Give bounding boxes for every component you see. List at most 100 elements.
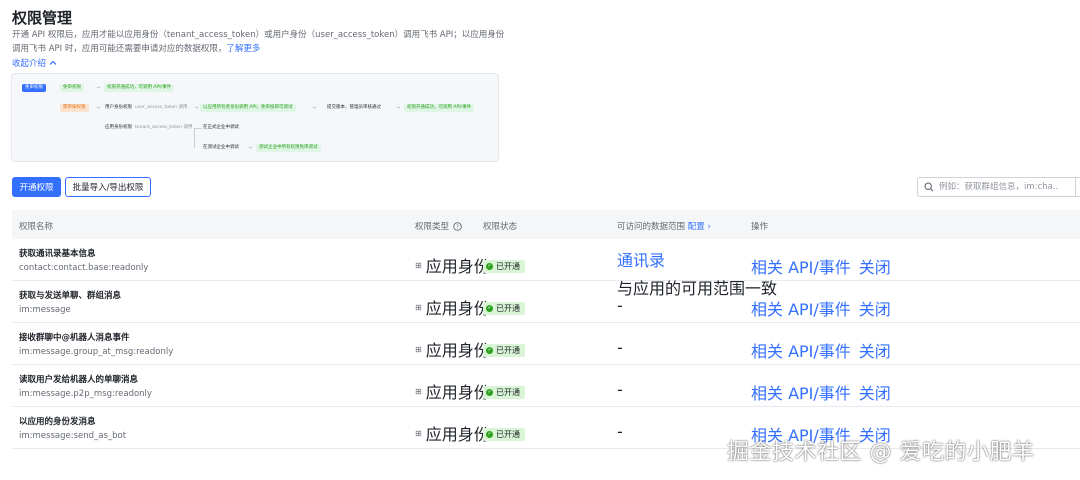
page-description: 开通 API 权限后，应用才能以应用身份（tenant_access_token… bbox=[12, 28, 512, 56]
status-label: 已开通 bbox=[496, 261, 520, 271]
row-actions: 相关 API/事件 关闭 bbox=[751, 338, 891, 362]
flow-arrow-icon: → bbox=[194, 105, 199, 111]
page-title: 权限管理 bbox=[12, 9, 73, 27]
flow-arrow-icon: → bbox=[248, 145, 253, 151]
flow-connector bbox=[194, 128, 195, 148]
permission-title: 以应用的身份发消息 bbox=[19, 417, 96, 427]
flow-node-user-result: 以应用所有者身份调用 API，免审核即可调试 bbox=[200, 104, 296, 112]
permission-code: im:message bbox=[19, 305, 71, 315]
related-api-link[interactable]: 相关 API/事件 bbox=[751, 338, 851, 362]
flow-arrow-icon: → bbox=[312, 105, 317, 111]
status-badge: ✓ 已开通 bbox=[483, 420, 525, 441]
permission-type-label: 应用身份 bbox=[425, 257, 490, 276]
config-link[interactable]: 配置 bbox=[688, 222, 705, 232]
chevron-up-icon bbox=[49, 60, 57, 65]
close-permission-link[interactable]: 关闭 bbox=[859, 296, 891, 320]
batch-import-export-button[interactable]: 批量导入/导出权限 bbox=[65, 177, 151, 197]
app-identity-icon: ⊞ bbox=[415, 428, 422, 438]
search-divider bbox=[1075, 177, 1076, 197]
close-permission-link[interactable]: 关闭 bbox=[859, 338, 891, 362]
flow-node-user-identity: 用户身份权限 bbox=[105, 105, 132, 110]
check-icon: ✓ bbox=[486, 346, 493, 354]
flow-node-test: 在测试企业中调试 bbox=[203, 145, 239, 150]
permission-title: 获取通讯录基本信息 bbox=[19, 249, 96, 259]
status-label: 已开通 bbox=[496, 303, 520, 313]
flow-node-free: 免审权限 bbox=[22, 84, 46, 92]
scope-text: - bbox=[617, 380, 623, 399]
app-identity-icon: ⊞ bbox=[415, 386, 422, 396]
status-label: 已开通 bbox=[496, 345, 520, 355]
permission-name: 以应用的身份发消息 im:message:send_as_bot bbox=[19, 415, 126, 441]
header-ops: 操作 bbox=[751, 222, 769, 232]
permission-name: 获取通讯录基本信息 contact:contact.base:readonly bbox=[19, 247, 148, 273]
permission-title: 接收群聊中@机器人消息事件 bbox=[19, 333, 130, 343]
table-header: 权限名称 权限类型 ? 权限状态 可访问的数据范围 配置 › 操作 bbox=[12, 210, 1080, 239]
header-status: 权限状态 bbox=[483, 222, 518, 232]
search-box[interactable] bbox=[917, 177, 1080, 197]
row-actions: 相关 API/事件 关闭 bbox=[751, 254, 891, 278]
flow-arrow-icon: → bbox=[96, 105, 101, 111]
status-label: 已开通 bbox=[496, 429, 520, 439]
flow-node-app-identity: 应用身份权限 bbox=[105, 125, 132, 130]
status-badge: ✓ 已开通 bbox=[483, 378, 525, 399]
permission-name: 获取与发送单聊、群组消息 im:message bbox=[19, 289, 121, 315]
learn-more-link[interactable]: 了解更多 bbox=[226, 44, 260, 54]
header-scope: 可访问的数据范围 配置 › bbox=[617, 220, 711, 232]
flow-node-submit: 提交版本，管理员审核通过 bbox=[327, 105, 381, 110]
permission-type: ⊞ 应用身份 bbox=[415, 253, 490, 277]
permission-name: 接收群聊中@机器人消息事件 im:message.group_at_msg:re… bbox=[19, 331, 173, 357]
table-row: 获取与发送单聊、群组消息 im:message ⊞ 应用身份 ✓ 已开通 - 相关… bbox=[12, 281, 1080, 323]
header-scope-label: 可访问的数据范围 bbox=[617, 222, 686, 232]
app-identity-icon: ⊞ bbox=[415, 344, 422, 354]
permission-code: im:message.group_at_msg:readonly bbox=[19, 347, 174, 357]
permission-flow-diagram: 免审权限 免审权限 → 权限开通成功，可调用 API/事件 需审核权限 → 用户… bbox=[11, 73, 499, 162]
permission-type: ⊞ 应用身份 bbox=[415, 421, 490, 445]
chevron-right-icon: › bbox=[707, 222, 711, 232]
permission-title: 获取与发送单聊、群组消息 bbox=[19, 291, 122, 301]
app-identity-icon: ⊞ bbox=[415, 260, 422, 270]
flow-node-free-result: 权限开通成功，可调用 API/事件 bbox=[104, 84, 175, 92]
permission-type: ⊞ 应用身份 bbox=[415, 337, 490, 361]
table-row: 获取通讯录基本信息 contact:contact.base:readonly … bbox=[12, 239, 1080, 298]
status-badge: ✓ 已开通 bbox=[483, 336, 525, 357]
flow-node-test-result: 测试企业中所有权限免审调试 bbox=[256, 144, 321, 152]
permission-type: ⊞ 应用身份 bbox=[415, 295, 490, 319]
scope-text: - bbox=[617, 338, 623, 357]
related-api-link[interactable]: 相关 API/事件 bbox=[751, 380, 851, 404]
row-actions: 相关 API/事件 关闭 bbox=[751, 380, 891, 404]
permission-name: 读取用户发给机器人的单聊消息 im:message.p2p_msg:readon… bbox=[19, 373, 152, 399]
flow-arrow-icon: → bbox=[396, 105, 401, 111]
check-icon: ✓ bbox=[486, 430, 493, 438]
header-type: 权限类型 ? bbox=[415, 220, 462, 232]
header-type-label: 权限类型 bbox=[415, 222, 450, 232]
permission-type-label: 应用身份 bbox=[425, 383, 490, 402]
flow-node-free-badge: 免审权限 bbox=[60, 84, 84, 92]
help-icon[interactable]: ? bbox=[453, 221, 462, 231]
flow-node-final: 权限开通成功，可调用 API/事件 bbox=[404, 104, 475, 112]
search-input[interactable] bbox=[939, 182, 1059, 192]
permission-code: im:message:send_as_bot bbox=[19, 431, 127, 441]
svg-text:?: ? bbox=[456, 224, 459, 230]
header-name: 权限名称 bbox=[19, 222, 54, 232]
app-identity-icon: ⊞ bbox=[415, 302, 422, 312]
status-badge: ✓ 已开通 bbox=[483, 294, 525, 315]
flow-arrow-icon: → bbox=[96, 85, 101, 91]
permission-title: 读取用户发给机器人的单聊消息 bbox=[19, 375, 139, 385]
status-badge: ✓ 已开通 bbox=[483, 252, 525, 273]
permission-type-label: 应用身份 bbox=[425, 341, 490, 360]
permission-code: im:message.p2p_msg:readonly bbox=[19, 389, 152, 399]
flow-node-app-token: tenant_access_token 调用 bbox=[135, 125, 193, 130]
related-api-link[interactable]: 相关 API/事件 bbox=[751, 296, 851, 320]
collapse-intro-link[interactable]: 收起介绍 bbox=[12, 57, 57, 69]
permission-type: ⊞ 应用身份 bbox=[415, 379, 490, 403]
check-icon: ✓ bbox=[486, 262, 493, 270]
check-icon: ✓ bbox=[486, 304, 493, 312]
row-actions: 相关 API/事件 关闭 bbox=[751, 296, 891, 320]
scope-text: - bbox=[617, 296, 623, 315]
close-permission-link[interactable]: 关闭 bbox=[859, 254, 891, 278]
enable-permission-button[interactable]: 开通权限 bbox=[12, 177, 61, 197]
close-permission-link[interactable]: 关闭 bbox=[859, 380, 891, 404]
table-row: 读取用户发给机器人的单聊消息 im:message.p2p_msg:readon… bbox=[12, 365, 1080, 407]
flow-node-user-token: user_access_token 调用 bbox=[135, 105, 188, 110]
related-api-link[interactable]: 相关 API/事件 bbox=[751, 254, 851, 278]
